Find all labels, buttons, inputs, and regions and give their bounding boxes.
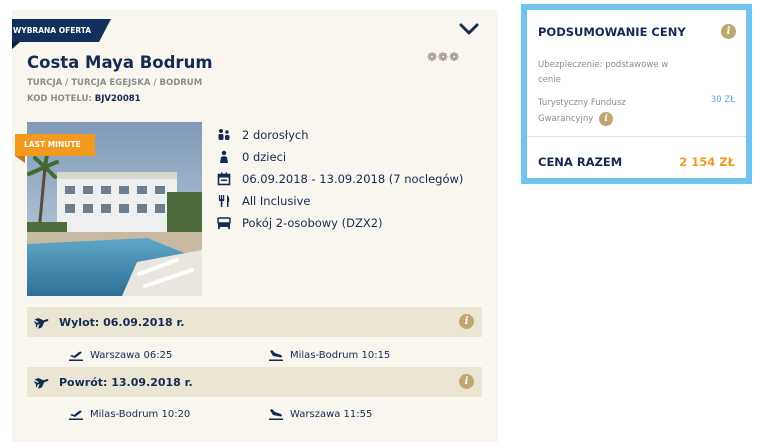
board-text: All Inclusive <box>242 194 311 208</box>
plane-landing-icon <box>269 350 283 361</box>
return-departure-text: Milas-Bodrum 10:20 <box>90 408 191 420</box>
airplane-icon <box>34 377 49 389</box>
outbound-arrival-text: Milas-Bodrum 10:15 <box>290 349 391 361</box>
info-icon[interactable]: i <box>721 24 736 39</box>
total-label: CENA RAZEM <box>538 155 623 169</box>
price-summary: PODSUMOWANIE CENY i Ubezpieczenie: podst… <box>521 4 752 184</box>
guarantee-fund-value: 30 ZŁ <box>710 95 735 105</box>
return-flight-bar[interactable]: Powrót: 13.09.2018 r. i <box>27 367 482 397</box>
calendar-icon <box>217 172 231 186</box>
hotel-rating-icon: ❁❁❁ <box>427 50 461 64</box>
total-price: 2 154 ZŁ <box>679 155 735 169</box>
info-icon[interactable]: i <box>459 374 474 389</box>
guarantee-fund: Turystyczny Fundusz Gwarancyjny i <box>538 95 648 127</box>
insurance-text: Ubezpieczenie: podstawowe w cenie <box>538 60 669 85</box>
room-text: Pokój 2-osobowy (DZX2) <box>242 216 383 230</box>
dates-text: 06.09.2018 - 13.09.2018 (7 noclegów) <box>242 172 464 186</box>
detail-adults: 2 dorosłych <box>217 125 477 145</box>
hotel-code-value: BJV20081 <box>94 94 141 104</box>
outbound-label: Wylot: 06.09.2018 r. <box>59 315 185 329</box>
person-icon <box>220 150 228 163</box>
selected-offer-badge: WYBRANA OFERTA <box>12 19 111 42</box>
outbound-flight-bar[interactable]: Wylot: 06.09.2018 r. i <box>27 307 482 337</box>
return-arrival-text: Warszawa 11:55 <box>290 408 373 420</box>
airplane-icon <box>34 317 49 329</box>
people-icon <box>218 129 230 140</box>
info-icon[interactable]: i <box>459 314 474 329</box>
chevron-down-icon[interactable] <box>459 22 479 36</box>
outbound-departure: Warszawa 06:25 <box>69 349 172 361</box>
summary-title: PODSUMOWANIE CENY <box>538 25 686 39</box>
detail-room: Pokój 2-osobowy (DZX2) <box>217 213 477 233</box>
plane-takeoff-icon <box>69 410 83 420</box>
last-minute-badge: LAST MINUTE <box>15 134 95 156</box>
hotel-location: TURCJA / TURCJA EGEJSKA / BODRUM <box>27 78 203 88</box>
bed-icon <box>217 217 231 229</box>
detail-dates: 06.09.2018 - 13.09.2018 (7 noclegów) <box>217 169 477 189</box>
detail-children: 0 dzieci <box>217 147 477 167</box>
outbound-departure-text: Warszawa 06:25 <box>90 349 173 361</box>
hotel-code: KOD HOTELU: BJV20081 <box>27 94 141 104</box>
return-arrival: Warszawa 11:55 <box>269 408 372 420</box>
adults-text: 2 dorosłych <box>242 128 309 142</box>
cutlery-icon <box>219 195 230 207</box>
return-departure: Milas-Bodrum 10:20 <box>69 408 190 420</box>
detail-board: All Inclusive <box>217 191 477 211</box>
offer-card: WYBRANA OFERTA Costa Maya Bodrum ❁❁❁ TUR… <box>12 10 498 442</box>
return-label: Powrót: 13.09.2018 r. <box>59 375 193 389</box>
badge-fold <box>12 42 20 49</box>
plane-takeoff-icon <box>69 351 83 361</box>
info-icon[interactable]: i <box>599 111 614 126</box>
hotel-code-label: KOD HOTELU: <box>27 94 92 104</box>
last-minute-fold <box>15 156 25 163</box>
outbound-arrival: Milas-Bodrum 10:15 <box>269 349 390 361</box>
hotel-name[interactable]: Costa Maya Bodrum <box>27 53 213 72</box>
plane-landing-icon <box>269 409 283 420</box>
summary-divider <box>527 136 746 137</box>
children-text: 0 dzieci <box>242 150 287 164</box>
